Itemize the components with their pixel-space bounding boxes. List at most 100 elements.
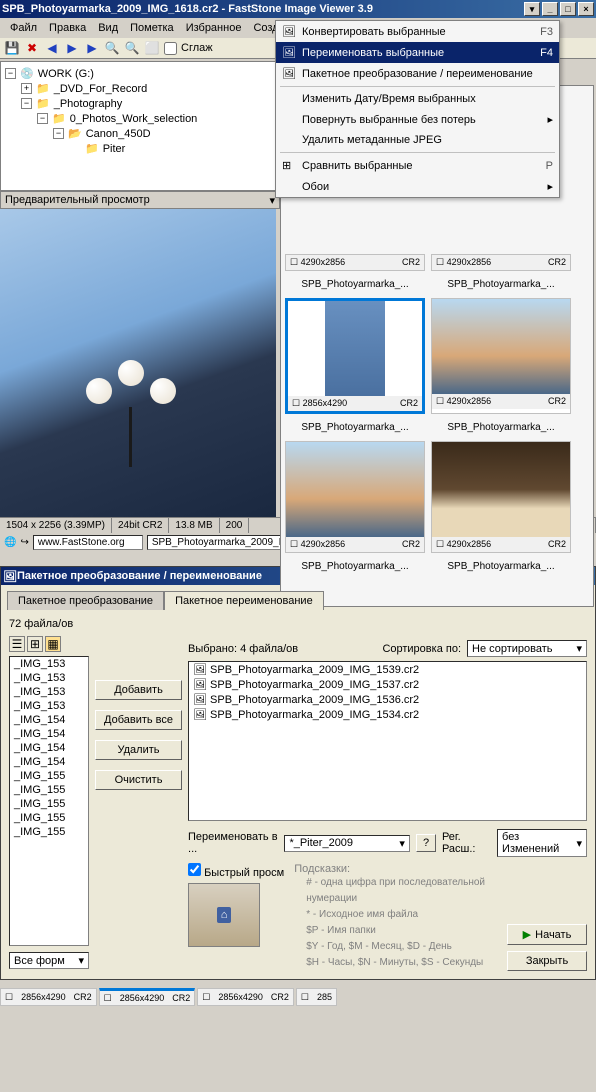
submenu-arrow-icon: ▸ [547, 113, 553, 126]
source-list[interactable]: _IMG_153 _IMG_153 _IMG_153 _IMG_153 _IMG… [9, 656, 89, 946]
compare-icon: ⊞ [282, 159, 302, 172]
thumb-label: SPB_Photoyarmarka_... [431, 277, 571, 292]
smooth-label: Сглаж [181, 42, 213, 54]
quickpreview-thumb: ⌂ [188, 883, 260, 947]
start-button[interactable]: Начать [507, 924, 587, 945]
menu-datetime[interactable]: Изменить Дату/Время выбранных [276, 89, 559, 109]
collapse-icon[interactable]: − [53, 128, 64, 139]
site-field[interactable]: www.FastStone.org [33, 535, 143, 550]
arrow-icon[interactable]: ↪ [20, 537, 28, 548]
menu-edit[interactable]: Правка [43, 20, 92, 36]
folder-icon: 📁 [52, 112, 66, 125]
view-thumb-icon[interactable]: ▦ [45, 636, 61, 652]
thumbnail[interactable]: ☐ 4290x2856CR2 [285, 254, 425, 271]
thumbnail[interactable]: ☐ 4290x2856CR2 [285, 441, 425, 553]
thumb-label: SPB_Photoyarmarka_... [285, 277, 425, 292]
menu-file[interactable]: Файл [4, 20, 43, 36]
menu-fav[interactable]: Избранное [180, 20, 248, 36]
menu-rotate[interactable]: Повернуть выбранные без потерь ▸ [276, 109, 559, 130]
thumbnail[interactable]: ☐ 4290x2856CR2 [431, 441, 571, 553]
tab-rename[interactable]: Пакетное переименование [164, 591, 324, 610]
prev-icon[interactable]: ◀ [44, 40, 60, 56]
zoomout-icon[interactable]: 🔍 [124, 40, 140, 56]
tools-dropdown: 🖼 Конвертировать выбранные F3 🖼 Переимен… [275, 20, 560, 198]
smooth-checkbox[interactable] [164, 42, 177, 55]
preview-header: Предварительный просмотр ▾ [0, 191, 280, 209]
rename-label: Переименовать в ... [188, 831, 278, 855]
title-text: SPB_Photoyarmarka_2009_IMG_1618.cr2 - Fa… [2, 3, 373, 15]
tab-convert[interactable]: Пакетное преобразование [7, 591, 164, 610]
delete-icon[interactable]: ✖ [24, 40, 40, 56]
close-button[interactable]: × [578, 2, 594, 16]
globe-icon[interactable]: 🌐 [4, 537, 16, 548]
close-button[interactable]: Закрыть [507, 951, 587, 971]
menu-separator [280, 86, 555, 87]
folder-tree[interactable]: −💿WORK (G:) +📁_DVD_For_Record −📁_Photogr… [0, 61, 280, 191]
main-titlebar: SPB_Photoyarmarka_2009_IMG_1618.cr2 - Fa… [0, 0, 596, 18]
collapse-icon[interactable]: − [37, 113, 48, 124]
thumb-label: SPB_Photoyarmarka_... [431, 420, 571, 435]
submenu-arrow-icon: ▸ [547, 180, 553, 193]
convert-icon: 🖼 [282, 25, 302, 38]
thumb-label: SPB_Photoyarmarka_... [285, 559, 425, 574]
menu-view[interactable]: Вид [92, 20, 124, 36]
drive-icon: 💿 [20, 67, 34, 80]
addall-button[interactable]: Добавить все [95, 710, 182, 730]
maximize-button[interactable]: □ [560, 2, 576, 16]
tree-item: −📁_Photography [5, 96, 275, 111]
tree-item: −💿WORK (G:) [5, 66, 275, 81]
menu-convert[interactable]: 🖼 Конвертировать выбранные F3 [276, 21, 559, 42]
menu-batch[interactable]: 🖼 Пакетное преобразование / переименован… [276, 63, 559, 84]
add-button[interactable]: Добавить [95, 680, 182, 700]
thumbnail[interactable]: ☐ 4290x2856CR2 [431, 298, 571, 414]
thumbnail[interactable]: ☐ 4290x2856CR2 [431, 254, 571, 271]
hints-text: # - одна цифра при последовательной нуме… [306, 875, 497, 971]
folder-open-icon: 📂 [68, 127, 82, 140]
bottom-thumb-strip: ☐2856x4290CR2 ☐2856x4290CR2 ☐2856x4290CR… [0, 988, 596, 1006]
remove-button[interactable]: Удалить [95, 740, 182, 760]
tree-item: −📁0_Photos_Work_selection [5, 111, 275, 126]
preview-image [0, 209, 276, 517]
quickpreview-checkbox[interactable]: Быстрый просм [188, 867, 284, 879]
format-select[interactable]: Все форм [9, 952, 89, 969]
tree-item: +📁_DVD_For_Record [5, 81, 275, 96]
ext-select[interactable]: без Изменений [497, 829, 587, 857]
next-icon[interactable]: ▶ [84, 40, 100, 56]
minimize-button[interactable]: _ [542, 2, 558, 16]
streetlamp-graphic [83, 378, 179, 467]
hints-label: Подсказки: [294, 863, 497, 875]
play-icon[interactable]: ▶ [64, 40, 80, 56]
menu-rename[interactable]: 🖼 Переименовать выбранные F4 [276, 42, 559, 63]
sort-label: Сортировка по: [382, 643, 461, 655]
sort-select[interactable]: Не сортировать [467, 640, 587, 657]
file-count-label: 72 файла/ов [9, 618, 587, 630]
view-list-icon[interactable]: ☰ [9, 636, 25, 652]
collapse-icon[interactable]: − [21, 98, 32, 109]
tree-item: −📂Canon_450D [5, 126, 275, 141]
batch-dialog: 🖼 Пакетное преобразование / переименован… [0, 566, 596, 980]
sysmenu-button[interactable]: ▾ [524, 2, 540, 16]
batch-icon: 🖼 [282, 67, 302, 80]
expand-icon[interactable]: + [21, 83, 32, 94]
collapse-icon[interactable]: − [5, 68, 16, 79]
thumb-label: SPB_Photoyarmarka_... [285, 420, 425, 435]
thumbnail-selected[interactable]: ☐ 2856x4290CR2 [285, 298, 425, 414]
thumb-label: SPB_Photoyarmarka_... [431, 559, 571, 574]
target-list[interactable]: 🖼 SPB_Photoyarmarka_2009_IMG_1539.cr2 🖼 … [188, 661, 587, 821]
menu-removemeta[interactable]: Удалить метаданные JPEG [276, 130, 559, 150]
menu-mark[interactable]: Пометка [124, 20, 180, 36]
zoomin-icon[interactable]: 🔍 [104, 40, 120, 56]
rename-pattern-input[interactable]: *_Piter_2009 [284, 835, 410, 852]
ext-label: Рег. Расш.: [442, 831, 491, 855]
folder-icon: 📁 [36, 97, 50, 110]
view-detail-icon[interactable]: ⊞ [27, 636, 43, 652]
save-icon[interactable]: 💾 [4, 40, 20, 56]
clear-button[interactable]: Очистить [95, 770, 182, 790]
menu-wallpaper[interactable]: Обои ▸ [276, 176, 559, 197]
folder-icon: 📁 [36, 82, 50, 95]
help-button[interactable]: ? [416, 834, 436, 852]
menu-compare[interactable]: ⊞ Сравнить выбранные P [276, 155, 559, 176]
fit-icon[interactable]: ⬜ [144, 40, 160, 56]
tree-item: 📁Piter [5, 141, 275, 156]
rename-icon: 🖼 [282, 46, 302, 59]
